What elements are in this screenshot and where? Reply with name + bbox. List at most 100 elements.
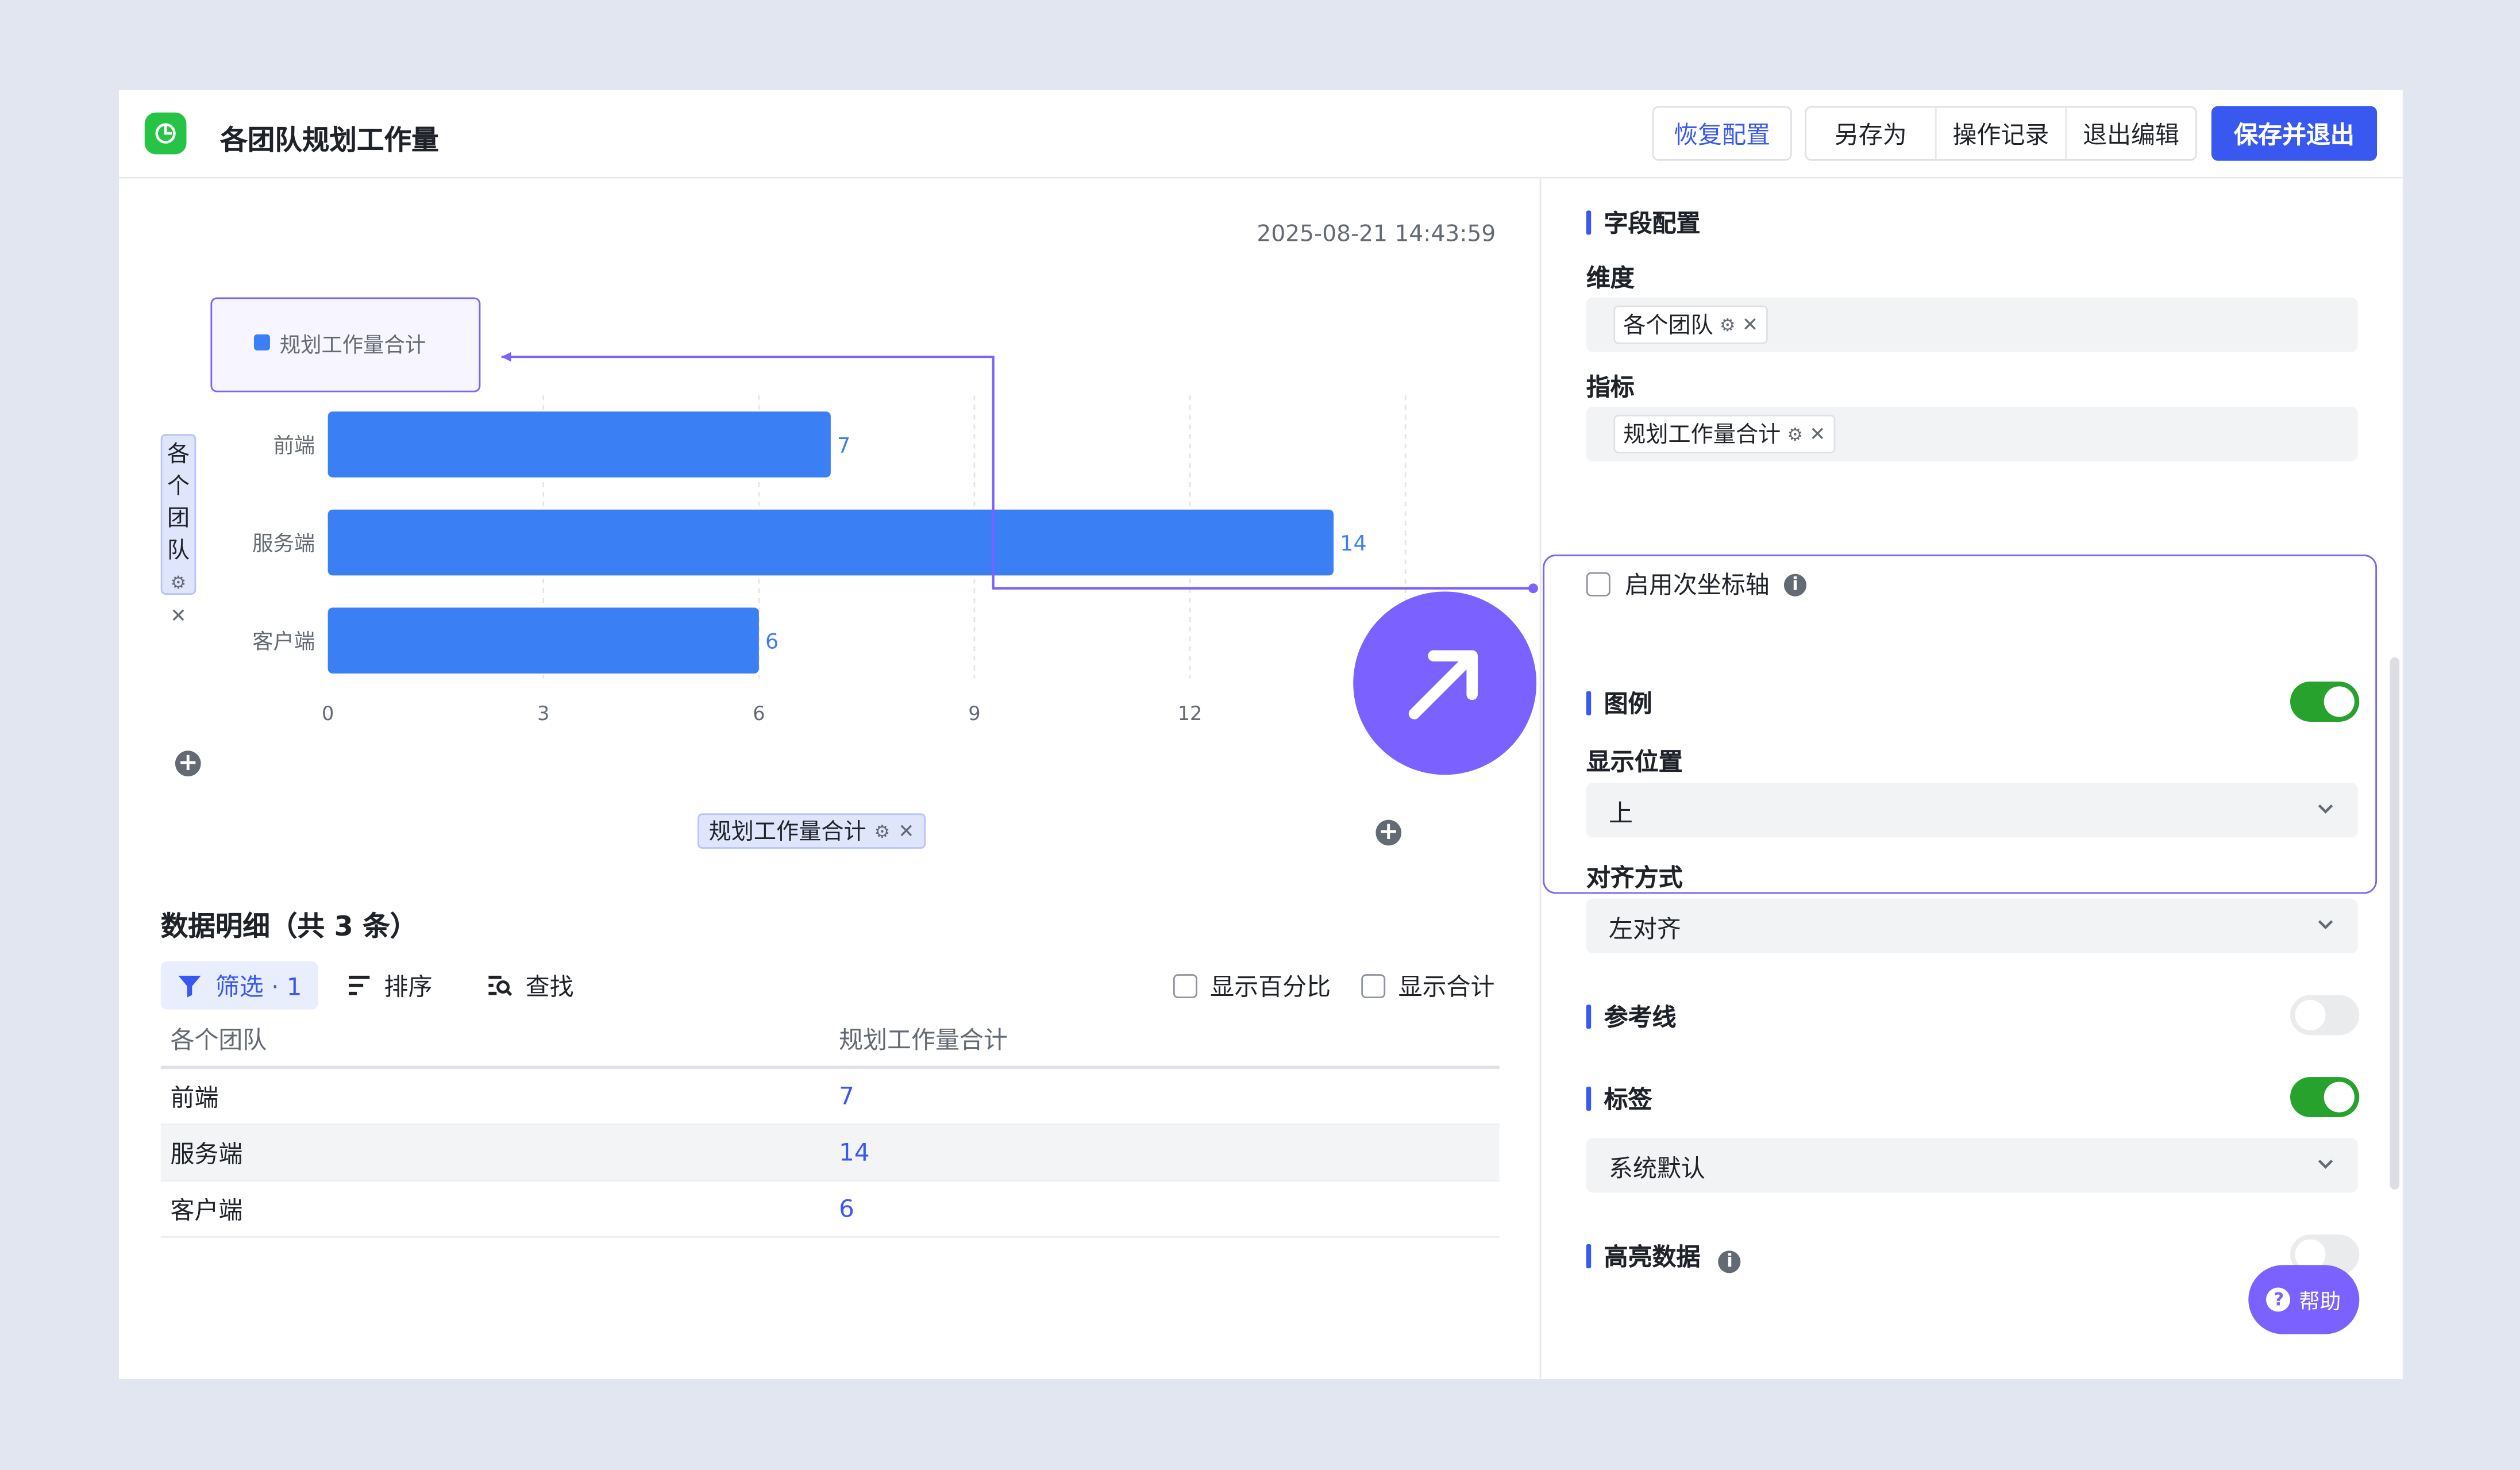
sort-icon bbox=[348, 975, 370, 995]
close-icon[interactable]: ✕ bbox=[1742, 313, 1758, 336]
y-field-char: 个 bbox=[167, 474, 190, 500]
chevron-down-icon bbox=[2318, 804, 2333, 814]
add-y-field-icon[interactable]: + bbox=[175, 750, 201, 777]
checkbox-icon[interactable] bbox=[1586, 572, 1610, 597]
bar-chart: 0 3 6 9 12 前端 7 服务端 14 客户端 6 bbox=[252, 352, 1538, 725]
y-category-label: 服务端 bbox=[252, 531, 315, 556]
close-icon[interactable]: ✕ bbox=[163, 597, 195, 629]
info-icon[interactable]: i bbox=[1783, 573, 1807, 596]
sort-button[interactable]: 排序 bbox=[347, 961, 432, 1010]
label-style-value: 系统默认 bbox=[1608, 1154, 1705, 1183]
sort-label: 排序 bbox=[384, 971, 433, 1001]
table-header: 各个团队 规划工作量合计 bbox=[160, 1011, 1500, 1069]
position-label: 显示位置 bbox=[1586, 747, 1683, 777]
exit-edit-button[interactable]: 退出编辑 bbox=[2067, 107, 2195, 159]
chart-legend[interactable]: 规划工作量合计 bbox=[210, 297, 481, 392]
data-label: 14 bbox=[1340, 531, 1366, 556]
save-and-exit-button[interactable]: 保存并退出 bbox=[2211, 106, 2378, 161]
toggle-knob bbox=[2324, 1082, 2355, 1113]
search-button[interactable]: 查找 bbox=[487, 961, 574, 1010]
checkbox-icon[interactable] bbox=[1173, 973, 1197, 998]
toggle-knob bbox=[2295, 999, 2326, 1031]
show-percent-checkbox[interactable]: 显示百分比 bbox=[1173, 961, 1331, 1010]
gear-icon[interactable]: ⚙ bbox=[874, 821, 891, 841]
table-row[interactable]: 服务端 14 bbox=[160, 1125, 1500, 1182]
show-total-label: 显示合计 bbox=[1398, 971, 1495, 1001]
table-row[interactable]: 前端 7 bbox=[160, 1069, 1500, 1126]
bar bbox=[327, 607, 759, 674]
config-scrollbar[interactable] bbox=[2390, 657, 2400, 1190]
align-value: 左对齐 bbox=[1608, 914, 1681, 944]
legend-section-title: 图例 bbox=[1586, 686, 1652, 720]
label-style-select[interactable]: 系统默认 bbox=[1586, 1138, 2358, 1193]
x-axis-field-chip[interactable]: 规划工作量合计 ⚙ ✕ bbox=[697, 813, 926, 849]
save-as-button[interactable]: 另存为 bbox=[1806, 107, 1937, 159]
cell-team: 前端 bbox=[170, 1082, 219, 1112]
align-label: 对齐方式 bbox=[1586, 863, 1683, 892]
details-table: 各个团队 规划工作量合计 前端 7 服务端 14 客户端 6 bbox=[160, 1011, 1500, 1238]
field-config-title: 字段配置 bbox=[1586, 206, 1700, 240]
x-tick-label: 3 bbox=[537, 702, 549, 725]
close-icon[interactable]: ✕ bbox=[898, 820, 914, 842]
gear-icon[interactable]: ⚙ bbox=[163, 564, 195, 597]
data-label: 6 bbox=[765, 629, 779, 654]
x-tick-label: 12 bbox=[1178, 702, 1203, 725]
y-field-char: 队 bbox=[167, 538, 190, 564]
cell-team: 客户端 bbox=[170, 1195, 243, 1225]
metric-tag-label: 规划工作量合计 bbox=[1623, 422, 1781, 449]
expand-arrow-icon[interactable] bbox=[1353, 591, 1537, 775]
restore-config-button[interactable]: 恢复配置 bbox=[1652, 106, 1792, 161]
refline-toggle[interactable] bbox=[2290, 995, 2360, 1036]
help-label: 帮助 bbox=[2299, 1291, 2341, 1315]
y-category-label: 前端 bbox=[273, 433, 315, 457]
chevron-down-icon bbox=[2318, 1159, 2333, 1169]
action-button-group: 另存为 操作记录 退出编辑 bbox=[1805, 106, 2197, 161]
metric-dropzone[interactable]: 规划工作量合计 ⚙ ✕ bbox=[1586, 406, 2358, 461]
checkbox-icon[interactable] bbox=[1361, 973, 1386, 998]
filter-button[interactable]: 筛选 · 1 bbox=[160, 961, 318, 1010]
column-header-team[interactable]: 各个团队 bbox=[161, 1022, 830, 1056]
toggle-knob bbox=[2324, 686, 2355, 717]
show-total-checkbox[interactable]: 显示合计 bbox=[1361, 961, 1494, 1010]
gear-icon[interactable]: ⚙ bbox=[1720, 314, 1736, 335]
highlight-label: 高亮数据 bbox=[1604, 1242, 1701, 1272]
legend-swatch bbox=[253, 334, 270, 351]
chevron-down-icon bbox=[2318, 920, 2333, 930]
position-select[interactable]: 上 bbox=[1586, 783, 2358, 838]
filter-icon bbox=[178, 975, 201, 997]
dimension-tag[interactable]: 各个团队 ⚙ ✕ bbox=[1613, 305, 1768, 344]
cell-value[interactable]: 14 bbox=[829, 1138, 1499, 1167]
y-axis-field-chip[interactable]: 各 个 团 队 ⚙ ✕ bbox=[160, 434, 196, 627]
cell-value[interactable]: 7 bbox=[829, 1082, 1499, 1111]
legend-label: 规划工作量合计 bbox=[279, 334, 426, 359]
table-row[interactable]: 客户端 6 bbox=[160, 1182, 1500, 1238]
bar bbox=[327, 411, 831, 478]
help-button[interactable]: ? 帮助 bbox=[2248, 1265, 2360, 1334]
secondary-axis-checkbox[interactable]: 启用次坐标轴 i bbox=[1586, 567, 1807, 601]
gear-icon[interactable]: ⚙ bbox=[1787, 424, 1803, 444]
info-icon[interactable]: i bbox=[1718, 1250, 1741, 1273]
details-title: 数据明细（共 3 条） bbox=[160, 911, 418, 944]
align-select[interactable]: 左对齐 bbox=[1586, 898, 2358, 953]
connector-arrowhead bbox=[501, 352, 511, 362]
dimension-dropzone[interactable]: 各个团队 ⚙ ✕ bbox=[1586, 297, 2358, 352]
dimension-label: 维度 bbox=[1586, 263, 1635, 293]
refline-section-title: 参考线 bbox=[1586, 1000, 1677, 1034]
x-tick-label: 0 bbox=[322, 702, 334, 725]
close-icon[interactable]: ✕ bbox=[1809, 423, 1825, 445]
search-label: 查找 bbox=[525, 971, 574, 1001]
position-value: 上 bbox=[1608, 799, 1633, 828]
filter-label: 筛选 · 1 bbox=[215, 971, 302, 1001]
metric-tag[interactable]: 规划工作量合计 ⚙ ✕ bbox=[1613, 414, 1836, 453]
bar bbox=[327, 509, 1334, 576]
legend-toggle[interactable] bbox=[2290, 682, 2360, 722]
highlight-section-title: 高亮数据 i bbox=[1586, 1240, 1741, 1273]
config-panel: 字段配置 维度 各个团队 ⚙ ✕ 指标 规划工作量合计 ⚙ ✕ 启用次坐标轴 i… bbox=[1542, 178, 2403, 1379]
cell-value[interactable]: 6 bbox=[829, 1194, 1499, 1223]
history-button[interactable]: 操作记录 bbox=[1937, 107, 2067, 159]
x-tick-label: 6 bbox=[753, 702, 765, 725]
metric-label: 指标 bbox=[1586, 372, 1635, 402]
column-header-value[interactable]: 规划工作量合计 bbox=[829, 1022, 1499, 1056]
add-x-field-icon[interactable]: + bbox=[1375, 819, 1402, 846]
label-toggle[interactable] bbox=[2290, 1077, 2360, 1118]
